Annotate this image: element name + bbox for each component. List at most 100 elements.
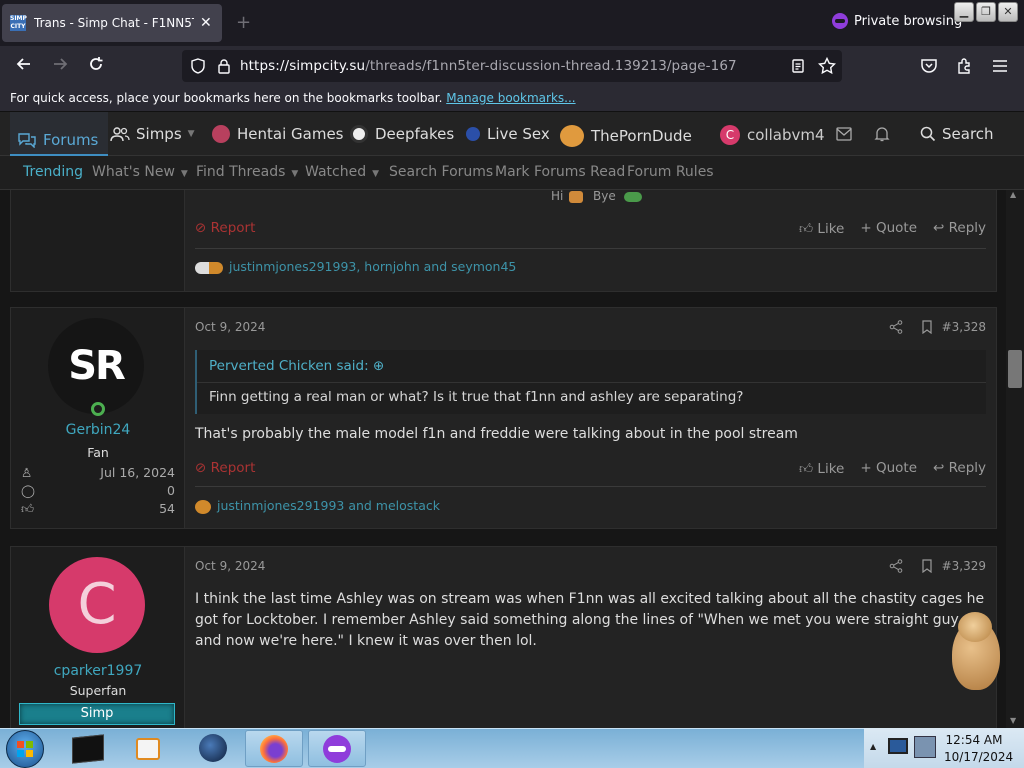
subnav-forum-rules[interactable]: Forum Rules — [627, 164, 714, 180]
quote-button[interactable]: + Quote — [860, 220, 917, 237]
post-actions: 👍︎ Like + Quote ↩ Reply — [799, 460, 986, 477]
reactions-summary[interactable]: justinmjones291993, hornjohn and seymon4… — [195, 259, 516, 274]
manage-bookmarks-link[interactable]: Manage bookmarks... — [446, 91, 575, 105]
taskbar-firefox-private[interactable] — [308, 730, 366, 767]
pocket-icon[interactable] — [920, 57, 938, 75]
minimize-button[interactable]: ▁ — [954, 2, 974, 22]
bookmarks-toolbar: For quick access, place your bookmarks h… — [0, 86, 1024, 112]
nav-simps[interactable]: Simps ▼ — [110, 125, 195, 143]
back-button[interactable] — [14, 54, 34, 74]
new-tab-button[interactable]: + — [236, 12, 251, 33]
post: Hi Bye ⊘ Report 👍︎ Like + Quote ↩ Reply … — [10, 190, 997, 292]
subnav-find-threads[interactable]: Find Threads ▼ — [196, 164, 298, 180]
quote-button[interactable]: + Quote — [860, 460, 917, 477]
tracking-shield-icon[interactable] — [190, 58, 206, 74]
user-banner: Simp — [19, 703, 175, 725]
post-number[interactable]: #3,328 — [942, 320, 986, 334]
subnav-trending[interactable]: Trending — [23, 164, 83, 180]
chevron-down-icon[interactable]: ▼ — [188, 129, 195, 139]
thumbs-up-icon: 👍︎ — [21, 501, 35, 516]
fragment-hi: Hi — [551, 190, 564, 203]
hamburger-menu-icon[interactable] — [992, 57, 1008, 75]
close-window-button[interactable]: ✕ — [998, 2, 1018, 22]
like-button[interactable]: 👍︎ Like — [799, 220, 844, 237]
share-icon[interactable] — [889, 320, 903, 334]
post-date[interactable]: Oct 9, 2024 — [195, 559, 265, 573]
url-path: /threads/f1nn5ter-discussion-thread.1392… — [365, 58, 737, 74]
reply-button[interactable]: ↩ Reply — [933, 460, 986, 477]
subnav-find-threads-label: Find Threads — [196, 164, 286, 180]
post: C cparker1997 Superfan Simp Oct 9, 2024 … — [10, 546, 997, 728]
chevron-down-icon[interactable]: ▼ — [181, 169, 188, 179]
share-icon[interactable] — [889, 559, 903, 573]
extensions-icon[interactable] — [956, 57, 974, 75]
nav-simps-label: Simps — [136, 125, 182, 143]
subnav-mark-forums-read[interactable]: Mark Forums Read — [495, 164, 625, 180]
quote-label: Quote — [875, 220, 917, 236]
avatar[interactable]: C — [49, 557, 145, 653]
bookmark-icon[interactable] — [921, 320, 933, 334]
bookmark-icon[interactable] — [921, 559, 933, 573]
reload-button[interactable] — [86, 54, 106, 74]
nav-search[interactable]: Search — [920, 125, 994, 143]
close-tab-icon[interactable]: ✕ — [200, 15, 212, 31]
report-icon: ⊘ — [195, 460, 211, 476]
page-scrollbar[interactable] — [1006, 190, 1024, 728]
nav-deepfakes[interactable]: Deepfakes — [350, 125, 454, 143]
quote-header[interactable]: Perverted Chicken said: ⊕ — [197, 350, 986, 382]
display-icon[interactable] — [888, 738, 908, 754]
browser-tab[interactable]: SIMP CITY Trans - Simp Chat - F1NN5TER ✕ — [2, 4, 222, 42]
post-number[interactable]: #3,329 — [942, 559, 986, 573]
reply-label: Reply — [948, 460, 986, 476]
envelope-icon[interactable] — [836, 127, 852, 141]
bell-icon[interactable] — [874, 126, 890, 142]
reader-view-icon[interactable] — [790, 58, 806, 74]
reactions-summary[interactable]: justinmjones291993 and melostack — [195, 498, 440, 514]
subnav-watched[interactable]: Watched ▼ — [305, 164, 379, 180]
post-body: Oct 9, 2024 #3,328 Perverted Chicken sai… — [195, 308, 986, 530]
chevron-down-icon[interactable]: ▼ — [291, 169, 298, 179]
maximize-button[interactable]: ❐ — [976, 2, 996, 22]
start-button[interactable] — [6, 730, 44, 768]
nav-forums[interactable]: Forums — [10, 112, 109, 156]
lock-icon[interactable] — [216, 58, 232, 74]
report-link[interactable]: ⊘ Report — [195, 220, 255, 236]
tab-title: Trans - Simp Chat - F1NN5TER — [34, 16, 194, 30]
reaction-icons — [195, 261, 223, 274]
url-bar[interactable]: https://simpcity.su/threads/f1nn5ter-dis… — [182, 50, 842, 82]
plus-icon: + — [860, 460, 876, 476]
taskbar-firefox[interactable] — [245, 730, 303, 767]
avatar[interactable]: SR — [48, 318, 144, 414]
show-hidden-icons[interactable]: ▲ — [870, 742, 876, 751]
post-date[interactable]: Oct 9, 2024 — [195, 320, 265, 334]
subnav-whats-new-label: What's New — [92, 164, 175, 180]
report-icon: ⊘ — [195, 220, 211, 236]
subnav-whats-new[interactable]: What's New ▼ — [92, 164, 188, 180]
nav-theporndude[interactable]: ThePornDude — [560, 125, 692, 147]
reply-button[interactable]: ↩ Reply — [933, 220, 986, 237]
url-text[interactable]: https://simpcity.su/threads/f1nn5ter-dis… — [240, 58, 737, 74]
nav-hentai-games[interactable]: Hentai Games — [212, 125, 344, 143]
taskbar-terminal[interactable] — [58, 730, 116, 767]
taskbar-network-app[interactable] — [184, 730, 242, 767]
expand-quote-icon[interactable]: ⊕ — [373, 358, 384, 374]
taskbar-media-player[interactable] — [120, 730, 178, 767]
subnav-search-forums[interactable]: Search Forums — [389, 164, 493, 180]
report-link[interactable]: ⊘ Report — [195, 460, 255, 476]
scrollbar-thumb[interactable] — [1008, 350, 1022, 388]
post-user-column — [11, 190, 185, 291]
username[interactable]: Gerbin24 — [11, 422, 185, 438]
network-icon[interactable] — [914, 736, 936, 758]
nav-user-menu[interactable]: C collabvm4 — [720, 125, 825, 145]
username[interactable]: cparker1997 — [11, 663, 185, 679]
like-button[interactable]: 👍︎ Like — [799, 460, 844, 477]
scroll-up-icon[interactable]: ▲ — [1010, 190, 1016, 199]
taskbar-clock[interactable]: 12:54 AM 10/17/2024 — [944, 732, 1013, 766]
scroll-down-icon[interactable]: ▼ — [1010, 716, 1016, 725]
back-arrow-icon — [16, 58, 30, 70]
chevron-down-icon[interactable]: ▼ — [372, 169, 379, 179]
sub-navigation: Trending What's New ▼ Find Threads ▼ Watch… — [0, 156, 1024, 190]
bookmark-star-icon[interactable] — [818, 57, 836, 75]
forward-button[interactable] — [50, 54, 70, 74]
nav-live-sex[interactable]: Live Sex — [466, 125, 550, 143]
